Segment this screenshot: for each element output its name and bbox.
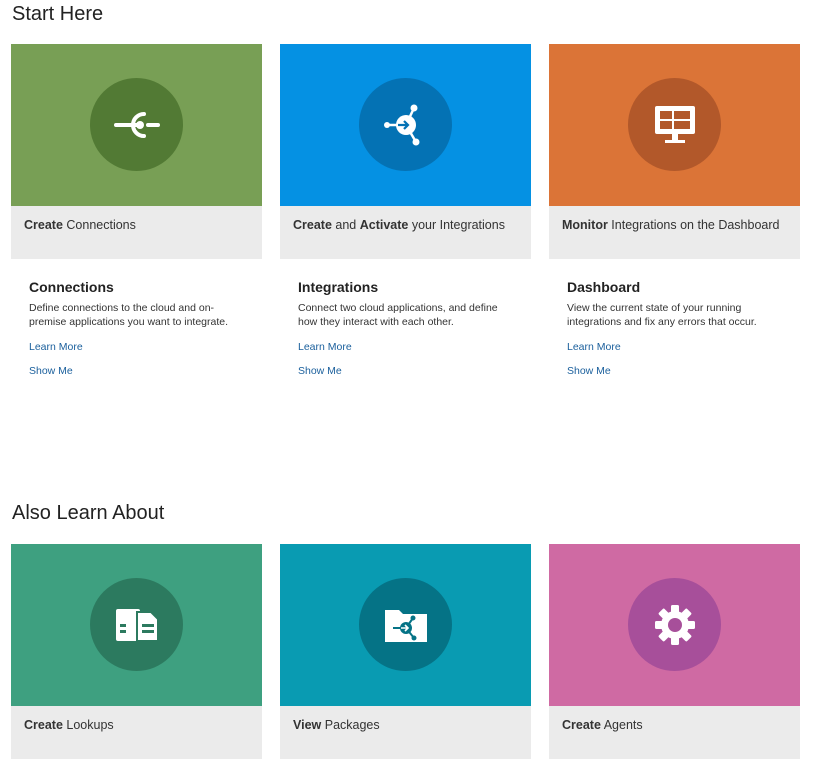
caption-text: Connections xyxy=(62,218,136,232)
circle-badge xyxy=(90,578,183,671)
circle-badge xyxy=(359,78,452,171)
tile-create-connections[interactable] xyxy=(11,44,262,206)
caption-text: Agents xyxy=(600,718,643,732)
connection-icon xyxy=(113,110,160,140)
caption-bold: View xyxy=(293,718,322,732)
caption-bold: Activate xyxy=(359,218,409,232)
learn-more-link[interactable]: Learn More xyxy=(29,341,244,353)
description-block: Integrations Connect two cloud applicati… xyxy=(280,259,531,377)
learn-more-link[interactable]: Learn More xyxy=(298,341,513,353)
card-description: Define connections to the cloud and on-p… xyxy=(29,302,229,328)
caption-create-agents[interactable]: Create Agents xyxy=(549,706,800,759)
show-me-link[interactable]: Show Me xyxy=(298,365,513,377)
caption-text: Lookups xyxy=(62,718,114,732)
tile-create-integrations[interactable] xyxy=(280,44,531,206)
tile-create-lookups[interactable] xyxy=(11,544,262,706)
caption-create-lookups[interactable]: Create Lookups xyxy=(11,706,262,759)
caption-view-packages[interactable]: View Packages xyxy=(280,706,531,759)
caption-create-connections[interactable]: Create Connections xyxy=(11,206,262,259)
caption-bold: Monitor xyxy=(562,218,608,232)
section-title-start-here: Start Here xyxy=(12,3,104,25)
dashboard-monitor-icon xyxy=(653,104,697,146)
caption-monitor-integrations[interactable]: Monitor Integrations on the Dashboard xyxy=(549,206,800,259)
caption-bold: Create xyxy=(562,718,601,732)
card-connections: Create Connections Connections Define co… xyxy=(11,44,262,389)
tile-create-agents[interactable] xyxy=(549,544,800,706)
tile-view-packages[interactable] xyxy=(280,544,531,706)
tile-monitor-dashboard[interactable] xyxy=(549,44,800,206)
caption-text: Integrations on the Dashboard xyxy=(607,218,780,232)
caption-create-activate-integrations[interactable]: Create and Activate your Integrations xyxy=(280,206,531,259)
card-integrations: Create and Activate your Integrations In… xyxy=(280,44,531,389)
card-heading: Connections xyxy=(29,279,114,295)
circle-badge xyxy=(90,78,183,171)
show-me-link[interactable]: Show Me xyxy=(29,365,244,377)
circle-badge xyxy=(628,578,721,671)
caption-bold: Create xyxy=(24,718,63,732)
gear-icon xyxy=(653,603,697,647)
card-heading: Integrations xyxy=(298,279,379,295)
learn-more-link[interactable]: Learn More xyxy=(567,341,782,353)
card-dashboard: Monitor Integrations on the Dashboard Da… xyxy=(549,44,800,389)
card-agents: Create Agents xyxy=(549,544,800,759)
card-lookups: Create Lookups xyxy=(11,544,262,759)
circle-badge xyxy=(628,78,721,171)
description-block: Dashboard View the current state of your… xyxy=(549,259,800,377)
card-description: View the current state of your running i… xyxy=(567,302,757,328)
card-packages: View Packages xyxy=(280,544,531,759)
caption-bold: Create xyxy=(293,218,332,232)
caption-text: your Integrations xyxy=(408,218,505,232)
circle-badge xyxy=(359,578,452,671)
card-heading: Dashboard xyxy=(567,279,641,295)
lookup-document-icon xyxy=(115,608,159,642)
caption-bold: Create xyxy=(24,218,63,232)
show-me-link[interactable]: Show Me xyxy=(567,365,782,377)
caption-text: and xyxy=(331,218,360,232)
description-block: Connections Define connections to the cl… xyxy=(11,259,262,377)
integration-icon xyxy=(383,103,428,147)
caption-text: Packages xyxy=(321,718,380,732)
card-description: Connect two cloud applications, and defi… xyxy=(298,302,498,328)
package-folder-icon xyxy=(383,606,429,644)
section-title-also-learn-about: Also Learn About xyxy=(12,502,165,524)
